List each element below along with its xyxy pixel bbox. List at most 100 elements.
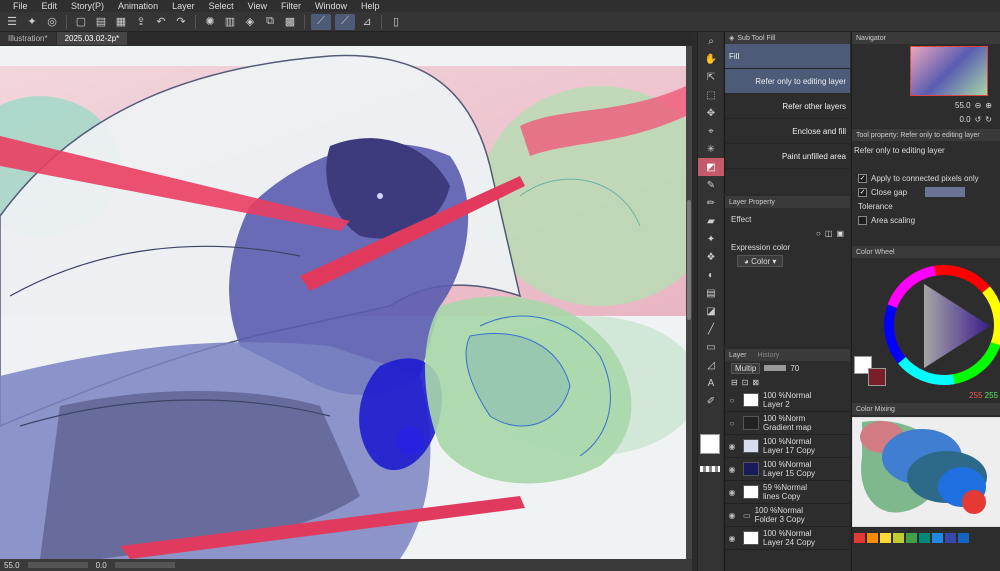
- canvas-scroll-thumb[interactable]: [687, 200, 691, 320]
- eraser-icon[interactable]: ▰: [698, 212, 724, 230]
- settings-icon[interactable]: ✦: [24, 14, 40, 30]
- circle-target-icon[interactable]: ◎: [44, 14, 60, 30]
- drawing-canvas[interactable]: [0, 46, 686, 559]
- subtool-refer-other[interactable]: Refer other layers: [725, 94, 850, 119]
- eye-icon[interactable]: ◉: [725, 488, 739, 497]
- layer-folder-row[interactable]: ◉ ▭ 100 %Normal Folder 3 Copy: [725, 504, 850, 527]
- export-icon[interactable]: ⇪: [133, 14, 149, 30]
- mixing-canvas[interactable]: [852, 417, 1000, 527]
- menu-help[interactable]: Help: [354, 1, 387, 11]
- loading-icon[interactable]: ✺: [202, 14, 218, 30]
- blend-icon[interactable]: ◐: [698, 266, 724, 284]
- opacity-value[interactable]: 70: [790, 364, 799, 373]
- eye-icon[interactable]: ◉: [725, 534, 739, 543]
- layer-ref-icon[interactable]: ⊡: [742, 378, 749, 387]
- decoration-icon[interactable]: ❖: [698, 248, 724, 266]
- hand-tool-icon[interactable]: ✋: [698, 50, 724, 68]
- layer-lock-icon[interactable]: ⊠: [752, 378, 759, 387]
- eye-icon[interactable]: ○: [725, 419, 739, 428]
- zoom-value[interactable]: 55.0: [0, 561, 24, 570]
- move-tool-icon[interactable]: ✥: [698, 104, 724, 122]
- layer-row[interactable]: ○ 100 %Normal Layer 2: [725, 389, 850, 412]
- snap-special-ruler-icon[interactable]: ⟋: [335, 13, 355, 30]
- menu-layer[interactable]: Layer: [165, 1, 202, 11]
- rotate-right-icon[interactable]: ↻: [985, 115, 992, 124]
- pencil-tool-icon[interactable]: ✏: [698, 194, 724, 212]
- hamburger-icon[interactable]: ☰: [4, 14, 20, 30]
- expression-color-select[interactable]: ◕ Color ▾: [737, 255, 784, 267]
- palette-swatch-navy[interactable]: [958, 533, 969, 543]
- operation-tool-icon[interactable]: ⇱: [698, 68, 724, 86]
- layer-row[interactable]: ◉ 100 %Normal Layer 17 Copy: [725, 435, 850, 458]
- correct-line-icon[interactable]: ✐: [698, 392, 724, 410]
- figure-icon[interactable]: ◪: [698, 302, 724, 320]
- zoom-tool-icon[interactable]: ⌕: [698, 32, 724, 50]
- subtool-paint-unfilled[interactable]: Paint unfilled area: [725, 144, 850, 169]
- subtool-fill[interactable]: Fill: [725, 44, 850, 69]
- navigator-preview[interactable]: [910, 46, 988, 96]
- main-color-swatch[interactable]: [700, 434, 720, 454]
- angle-slider[interactable]: [114, 562, 175, 568]
- layer-row[interactable]: ◉ 59 %Normal lines Copy: [725, 481, 850, 504]
- menu-edit[interactable]: Edit: [35, 1, 65, 11]
- effect-border-icon[interactable]: ○: [816, 229, 821, 238]
- transparent-color-swatch[interactable]: [700, 466, 720, 472]
- layer-row[interactable]: ○ 100 %Norm Gradient map: [725, 412, 850, 435]
- eye-icon[interactable]: ◉: [725, 442, 739, 451]
- palette-swatch-blue[interactable]: [932, 533, 943, 543]
- tab-history[interactable]: History: [758, 352, 780, 359]
- angle-value[interactable]: 0.0: [92, 561, 111, 570]
- palette-swatch-indigo[interactable]: [945, 533, 956, 543]
- palette-swatch-green[interactable]: [906, 533, 917, 543]
- effect-tone-icon[interactable]: ◫: [825, 229, 833, 238]
- tab-illustration[interactable]: Illustration*: [0, 32, 56, 45]
- snap-grid-icon[interactable]: ⊿: [359, 14, 375, 30]
- grid-icon[interactable]: ▩: [282, 14, 298, 30]
- redo-icon[interactable]: ↷: [173, 14, 189, 30]
- ruler-icon[interactable]: ◿: [698, 356, 724, 374]
- subtool-refer-editing[interactable]: Refer only to editing layer: [725, 69, 850, 94]
- text-tool-icon[interactable]: A: [698, 374, 724, 392]
- rotate-left-icon[interactable]: ↺: [975, 115, 982, 124]
- menu-animation[interactable]: Animation: [111, 1, 165, 11]
- palette-swatch-teal[interactable]: [919, 533, 930, 543]
- palette-swatch-lime[interactable]: [893, 533, 904, 543]
- auto-select-icon[interactable]: ✳: [698, 140, 724, 158]
- new-file-icon[interactable]: ▢: [73, 14, 89, 30]
- menu-file[interactable]: File: [6, 1, 35, 11]
- area-scaling-checkbox[interactable]: [858, 215, 867, 225]
- effect-color-icon[interactable]: ▣: [836, 229, 844, 238]
- zoom-in-icon[interactable]: ⊕: [985, 101, 992, 110]
- eye-icon[interactable]: ○: [725, 396, 739, 405]
- menu-view[interactable]: View: [241, 1, 274, 11]
- menu-window[interactable]: Window: [308, 1, 354, 11]
- gradient-icon[interactable]: ▤: [698, 284, 724, 302]
- subtool-enclose-fill[interactable]: Enclose and fill: [725, 119, 850, 144]
- save-icon[interactable]: ▦: [113, 14, 129, 30]
- line-tool-icon[interactable]: ╱: [698, 320, 724, 338]
- tab-current-document[interactable]: 2025.03.02-2p*: [56, 32, 128, 45]
- close-gap-slider[interactable]: [925, 187, 966, 197]
- fill-tool-icon[interactable]: ◩: [698, 158, 724, 176]
- open-icon[interactable]: ▤: [93, 14, 109, 30]
- menu-filter[interactable]: Filter: [274, 1, 308, 11]
- palette-swatch-red[interactable]: [854, 533, 865, 543]
- layer-row[interactable]: ◉ 100 %Normal Layer 15 Copy: [725, 458, 850, 481]
- layer-row[interactable]: ◉ 100 %Normal Layer 24 Copy: [725, 527, 850, 550]
- opacity-slider[interactable]: [764, 365, 787, 371]
- close-gap-checkbox[interactable]: ✓: [858, 187, 867, 197]
- frame-icon[interactable]: ▭: [698, 338, 724, 356]
- clear-icon[interactable]: ▥: [222, 14, 238, 30]
- palette-swatch-yellow[interactable]: [880, 533, 891, 543]
- palette-swatch-orange[interactable]: [867, 533, 878, 543]
- pen-tool-icon[interactable]: ✎: [698, 176, 724, 194]
- selection-tool-icon[interactable]: ⬚: [698, 86, 724, 104]
- fill-bucket-icon[interactable]: ◈: [242, 14, 258, 30]
- zoom-slider[interactable]: [27, 562, 88, 568]
- transform-icon[interactable]: ⧉: [262, 14, 278, 30]
- undo-icon[interactable]: ↶: [153, 14, 169, 30]
- wheel-sub-color[interactable]: [868, 368, 886, 386]
- menu-story[interactable]: Story(P): [64, 1, 111, 11]
- airbrush-icon[interactable]: ✦: [698, 230, 724, 248]
- tab-layer[interactable]: Layer: [729, 352, 747, 359]
